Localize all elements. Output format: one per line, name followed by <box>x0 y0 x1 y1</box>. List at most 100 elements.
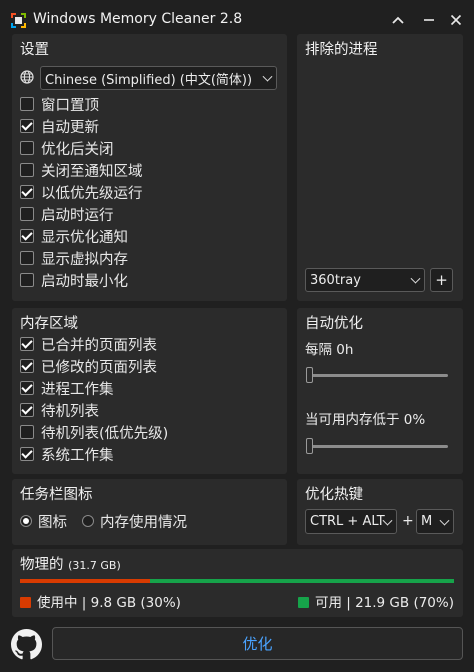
option-label: 关闭至通知区域 <box>41 163 143 180</box>
checkbox[interactable] <box>20 251 34 265</box>
option-label: 已合并的页面列表 <box>41 337 157 354</box>
used-legend: 使用中 | 9.8 GB (30%) <box>20 591 181 611</box>
hotkey-panel: 优化热键 CTRL + ALT + M <box>297 479 463 545</box>
close-icon <box>450 14 462 26</box>
physical-memory-label: 物理的 <box>20 557 64 573</box>
physical-memory-total: (31.7 GB) <box>68 559 121 572</box>
radio-label: 图标 <box>38 514 67 531</box>
radio-option-memory-usage[interactable]: 内存使用情况 <box>82 510 187 532</box>
process-select[interactable]: 360tray <box>305 268 425 292</box>
hotkey-key-select[interactable]: M <box>416 509 454 534</box>
option-label: 待机列表(低优先级) <box>41 425 169 442</box>
option-label: 启动时运行 <box>41 207 114 224</box>
free-memory-label: 可用 | 21.9 GB (70%) <box>314 595 454 611</box>
radio-label: 内存使用情况 <box>100 514 187 531</box>
checkbox[interactable] <box>20 185 34 199</box>
close-button[interactable] <box>441 6 471 34</box>
option-label: 窗口置顶 <box>41 97 99 114</box>
optimize-button-label: 优化 <box>242 635 273 653</box>
checkbox[interactable] <box>20 119 34 133</box>
checkbox[interactable] <box>20 207 34 221</box>
hotkey-title: 优化热键 <box>305 487 363 503</box>
option-close-after-optimize[interactable]: 优化后关闭 <box>20 137 114 159</box>
option-close-to-tray[interactable]: 关闭至通知区域 <box>20 159 143 181</box>
memory-bar-used <box>20 579 151 583</box>
memory-areas-title: 内存区域 <box>20 316 78 332</box>
free-color-swatch <box>297 597 309 608</box>
chevron-down-icon <box>410 273 421 284</box>
interval-slider-thumb[interactable] <box>306 367 313 383</box>
option-label: 显示虚拟内存 <box>41 251 128 268</box>
option-combined-page-list[interactable]: 已合并的页面列表 <box>20 333 157 355</box>
option-standby-list-low-priority[interactable]: 待机列表(低优先级) <box>20 421 168 443</box>
option-label: 已修改的页面列表 <box>41 359 157 376</box>
option-label: 优化后关闭 <box>41 141 114 158</box>
option-label: 进程工作集 <box>41 381 114 398</box>
radio-button[interactable] <box>82 515 94 527</box>
checkbox[interactable] <box>20 425 34 439</box>
option-label: 启动时最小化 <box>41 273 128 290</box>
option-label: 以低优先级运行 <box>41 185 143 202</box>
hotkey-modifier-select[interactable]: CTRL + ALT <box>305 509 397 534</box>
checkbox[interactable] <box>20 359 34 373</box>
checkbox[interactable] <box>20 273 34 287</box>
add-process-button[interactable]: + <box>430 268 453 292</box>
globe-icon <box>20 70 34 84</box>
option-label: 系统工作集 <box>41 447 114 464</box>
option-modified-page-list[interactable]: 已修改的页面列表 <box>20 355 157 377</box>
physical-memory-panel: 物理的 (31.7 GB) 使用中 | 9.8 GB (30%) 可用 | 21… <box>12 549 463 617</box>
excluded-process-list[interactable] <box>305 64 455 260</box>
excluded-processes-title: 排除的进程 <box>305 42 378 58</box>
threshold-slider-track[interactable] <box>307 445 448 448</box>
option-always-on-top[interactable]: 窗口置顶 <box>20 93 99 115</box>
hotkey-key-value: M <box>421 514 433 529</box>
checkbox[interactable] <box>20 97 34 111</box>
option-system-working-set[interactable]: 系统工作集 <box>20 443 114 465</box>
github-icon[interactable] <box>11 629 42 660</box>
interval-slider-track[interactable] <box>307 374 448 377</box>
radio-option-icon[interactable]: 图标 <box>20 510 67 532</box>
settings-title: 设置 <box>20 42 49 58</box>
option-label: 自动更新 <box>41 119 99 136</box>
tray-icon-panel: 任务栏图标 图标 内存使用情况 <box>12 479 287 545</box>
option-standby-list[interactable]: 待机列表 <box>20 399 99 421</box>
option-show-notification[interactable]: 显示优化通知 <box>20 225 128 247</box>
option-label: 待机列表 <box>41 403 99 420</box>
auto-optimize-title: 自动优化 <box>305 316 363 332</box>
threshold-slider-thumb[interactable] <box>306 438 313 454</box>
option-run-on-startup[interactable]: 启动时运行 <box>20 203 114 225</box>
option-start-minimized[interactable]: 启动时最小化 <box>20 269 128 291</box>
option-label: 显示优化通知 <box>41 229 128 246</box>
auto-optimize-panel: 自动优化 每隔 0h 当可用内存低于 0% <box>297 308 463 474</box>
option-process-working-set[interactable]: 进程工作集 <box>20 377 114 399</box>
checkbox[interactable] <box>20 229 34 243</box>
option-show-virtual-memory[interactable]: 显示虚拟内存 <box>20 247 128 269</box>
chevron-up-icon <box>392 16 404 24</box>
language-select[interactable]: Chinese (Simplified) (中文(简体)) <box>40 66 277 90</box>
add-icon: + <box>435 271 448 289</box>
option-low-priority[interactable]: 以低优先级运行 <box>20 181 143 203</box>
collapse-button[interactable] <box>383 6 413 34</box>
process-select-value: 360tray <box>310 272 361 288</box>
used-memory-label: 使用中 | 9.8 GB (30%) <box>37 595 181 611</box>
checkbox[interactable] <box>20 337 34 351</box>
checkbox[interactable] <box>20 141 34 155</box>
radio-button[interactable] <box>20 515 32 527</box>
minimize-icon <box>424 19 434 21</box>
checkbox[interactable] <box>20 403 34 417</box>
interval-label: 每隔 0h <box>305 342 354 358</box>
settings-panel: 设置 Chinese (Simplified) (中文(简体)) 窗口置顶 自动… <box>12 34 287 301</box>
window-title: Windows Memory Cleaner 2.8 <box>33 11 243 27</box>
checkbox[interactable] <box>20 381 34 395</box>
checkbox[interactable] <box>20 163 34 177</box>
app-logo-icon <box>11 13 26 28</box>
memory-areas-panel: 内存区域 已合并的页面列表 已修改的页面列表 进程工作集 待机列表 待机列表(低… <box>12 308 287 474</box>
optimize-button[interactable]: 优化 <box>52 627 463 660</box>
checkbox[interactable] <box>20 447 34 461</box>
free-legend: 可用 | 21.9 GB (70%) <box>297 591 454 611</box>
option-auto-update[interactable]: 自动更新 <box>20 115 99 137</box>
excluded-processes-panel: 排除的进程 360tray + <box>297 34 463 301</box>
minimize-button[interactable] <box>414 6 444 34</box>
language-select-value: Chinese (Simplified) (中文(简体)) <box>45 72 253 88</box>
hotkey-plus-label: + <box>402 513 414 529</box>
